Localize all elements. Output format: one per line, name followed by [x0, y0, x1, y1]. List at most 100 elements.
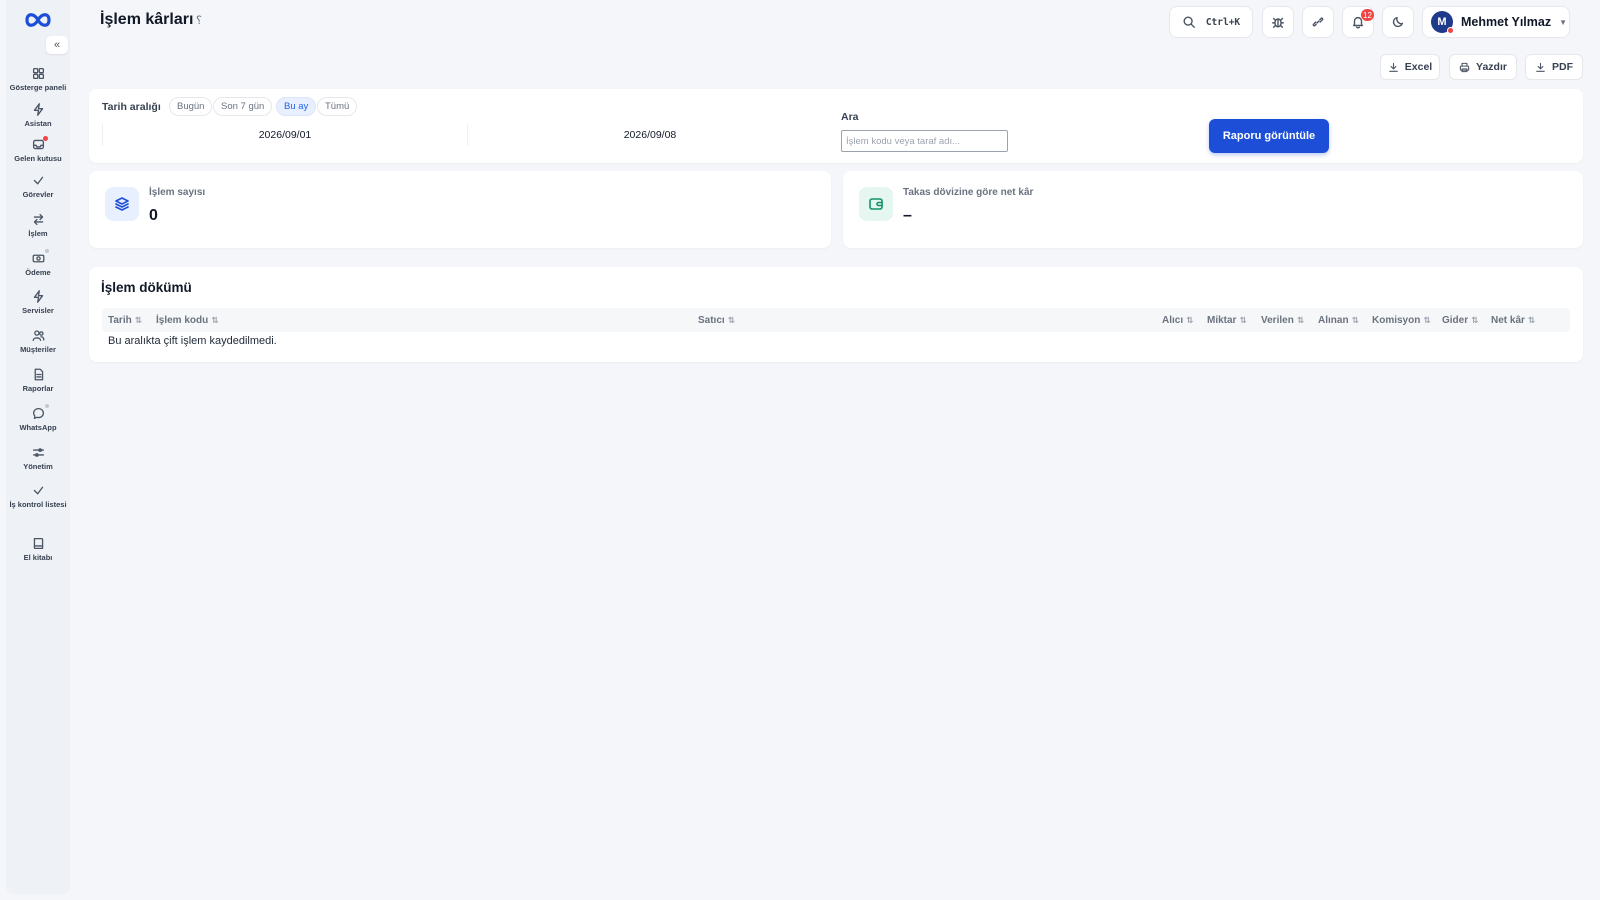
user-menu-button[interactable]: M Mehmet Yılmaz ▼	[1422, 6, 1570, 38]
column-header-net-profit[interactable]: Net kâr ⇅	[1491, 308, 1535, 332]
link-button[interactable]	[1302, 6, 1334, 38]
end-date-input[interactable]: 2026/09/08	[467, 124, 832, 146]
filter-panel: Tarih aralığı Bugün Son 7 gün Bu ay Tümü…	[89, 89, 1583, 163]
sidebar-item-label: İşlem	[28, 229, 48, 238]
sidebar-item-customers[interactable]: Müşteriler	[6, 329, 70, 354]
column-header-seller[interactable]: Satıcı ⇅	[698, 308, 735, 332]
column-header-label: Alıcı	[1162, 314, 1184, 326]
stat-icon-wrap	[859, 187, 893, 221]
search-shortcut: Ctrl+K	[1205, 16, 1241, 28]
preset-chip-last-7-days[interactable]: Son 7 gün	[213, 97, 273, 116]
column-header-label: Miktar	[1207, 314, 1237, 326]
check-icon	[33, 486, 43, 495]
file-icon	[34, 368, 43, 381]
sidebar-item-inbox[interactable]: Gelen kutusu	[6, 136, 70, 163]
sidebar-item-whatsapp[interactable]: WhatsApp	[6, 404, 70, 432]
column-header-amount[interactable]: Miktar ⇅	[1207, 308, 1247, 332]
column-header-label: Komisyon	[1372, 314, 1421, 326]
book-icon	[33, 537, 43, 550]
chat-icon	[32, 407, 44, 420]
sidebar-item-assistant[interactable]: Asistan	[6, 103, 70, 128]
column-header-label: Verilen	[1261, 314, 1294, 326]
column-header-date[interactable]: Tarih ⇅	[108, 308, 142, 332]
column-header-transaction-code[interactable]: İşlem kodu ⇅	[156, 308, 218, 332]
column-header-commission[interactable]: Komisyon ⇅	[1372, 308, 1430, 332]
search-label: Ara	[841, 111, 859, 123]
sidebar-item-checklist[interactable]: İş kontrol listesi	[6, 484, 70, 509]
export-pdf-label: PDF	[1552, 61, 1573, 73]
bolt-icon	[33, 290, 43, 303]
sidebar-item-label: Gelen kutusu	[14, 154, 62, 163]
wallet-icon	[869, 198, 883, 210]
printer-icon	[1459, 62, 1470, 72]
sidebar-item-management[interactable]: Yönetim	[6, 446, 70, 471]
sort-icon: ⇅	[1186, 314, 1194, 325]
users-icon	[32, 330, 44, 342]
column-header-given[interactable]: Verilen ⇅	[1261, 308, 1304, 332]
bug-icon	[1272, 17, 1284, 28]
avatar: M	[1431, 11, 1454, 34]
theme-toggle-button[interactable]	[1382, 6, 1414, 38]
notification-badge: 12	[1361, 9, 1374, 21]
sidebar-item-label: Ödeme	[25, 268, 51, 277]
sidebar-item-tasks[interactable]: Görevler	[6, 174, 70, 199]
sidebar: « Gösterge paneli Asistan Gelen kutusu G…	[6, 0, 70, 894]
view-report-button[interactable]: Raporu görüntüle	[1209, 119, 1329, 153]
transaction-log-card: İşlem dökümü Tarih ⇅ İşlem kodu ⇅ Satıcı ⇅ …	[89, 267, 1583, 362]
column-header-received[interactable]: Alınan ⇅	[1318, 308, 1359, 332]
sidebar-item-handbook[interactable]: El kitabı	[6, 537, 70, 562]
sort-icon: ⇅	[134, 314, 142, 325]
sidebar-item-dashboard[interactable]: Gösterge paneli	[6, 67, 70, 92]
unread-dot	[42, 136, 48, 141]
grid-icon	[32, 67, 44, 80]
layers-icon	[115, 197, 129, 211]
table-title: İşlem dökümü	[101, 280, 192, 295]
sidebar-item-transaction[interactable]: İşlem	[6, 213, 70, 238]
cash-icon	[32, 254, 44, 263]
sidebar-item-label: WhatsApp	[19, 423, 57, 432]
transaction-count-label: İşlem sayısı	[149, 187, 206, 198]
sidebar-item-label: İş kontrol listesi	[9, 500, 67, 509]
sort-icon: ⇅	[1239, 314, 1247, 325]
sidebar-item-services[interactable]: Servisler	[6, 290, 70, 315]
print-button[interactable]: Yazdır	[1449, 54, 1517, 80]
status-dot	[44, 404, 49, 408]
sidebar-item-label: Yönetim	[23, 462, 53, 471]
preset-chip-all[interactable]: Tümü	[317, 97, 358, 116]
column-header-label: Tarih	[108, 314, 132, 326]
sidebar-item-reports[interactable]: Raporlar	[6, 368, 70, 393]
sort-icon: ⇅	[211, 314, 219, 325]
avatar-initial: M	[1437, 16, 1447, 28]
download-icon	[1536, 62, 1545, 72]
help-hint-icon[interactable]: ؟	[196, 14, 202, 27]
global-search-button[interactable]: Ctrl+K	[1169, 6, 1253, 38]
sort-icon: ⇅	[1471, 314, 1479, 325]
column-header-label: Alınan	[1318, 314, 1349, 326]
preset-chip-today[interactable]: Bugün	[169, 97, 213, 116]
status-dot	[44, 249, 49, 253]
export-pdf-button[interactable]: PDF	[1525, 54, 1583, 80]
column-header-expense[interactable]: Gider ⇅	[1442, 308, 1478, 332]
transaction-count-value: 0	[149, 207, 158, 224]
date-range-picker: 2026/09/01 2026/09/08	[102, 124, 832, 146]
column-header-label: İşlem kodu	[156, 314, 209, 326]
debug-button[interactable]	[1262, 6, 1294, 38]
sidebar-collapse-button[interactable]: «	[46, 36, 68, 54]
date-range-label: Tarih aralığı	[102, 101, 161, 113]
search-input[interactable]	[841, 130, 1008, 152]
column-header-buyer[interactable]: Alıcı ⇅	[1162, 308, 1193, 332]
sliders-icon	[32, 448, 44, 457]
preset-chip-this-month[interactable]: Bu ay	[276, 97, 317, 116]
export-excel-label: Excel	[1404, 61, 1433, 73]
sort-icon: ⇅	[1423, 314, 1431, 325]
user-name: Mehmet Yılmaz	[1461, 15, 1552, 29]
column-header-label: Satıcı	[698, 314, 725, 326]
export-excel-button[interactable]: Excel	[1380, 54, 1440, 80]
moon-icon	[1392, 16, 1404, 28]
sidebar-item-label: Raporlar	[22, 384, 54, 393]
infinity-logo-icon[interactable]	[20, 8, 56, 32]
notifications-button[interactable]: 12	[1342, 6, 1374, 38]
start-date-input[interactable]: 2026/09/01	[102, 124, 467, 146]
swap-icon	[33, 213, 43, 226]
sidebar-item-payment[interactable]: Ödeme	[6, 249, 70, 277]
